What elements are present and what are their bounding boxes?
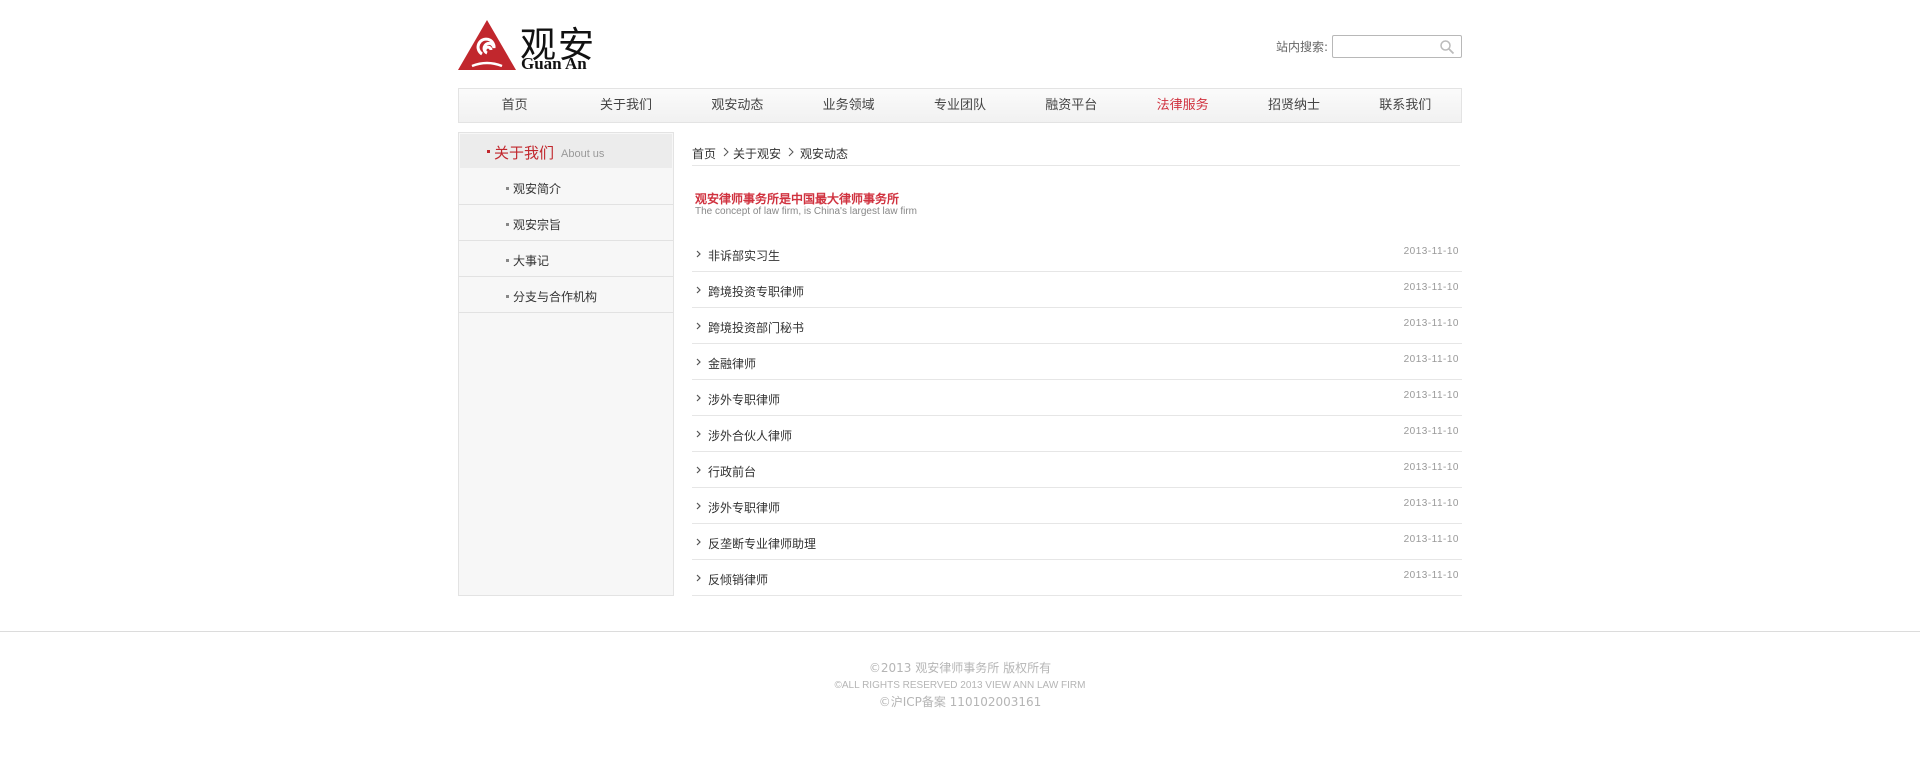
nav-item-news[interactable]: 观安动态 (682, 89, 793, 122)
list-item-date: 2013-11-10 (1403, 354, 1459, 365)
sidebar-header: 关于我们 About us (460, 134, 672, 168)
list-item-title[interactable]: 反倾销律师 (708, 571, 768, 588)
nav-item-about[interactable]: 关于我们 (570, 89, 681, 122)
arrow-right-icon (696, 538, 701, 546)
sidebar-item-branches[interactable]: 分支与合作机构 (459, 277, 673, 313)
breadcrumb-about[interactable]: 关于观安 (733, 145, 781, 162)
list-item-title[interactable]: 涉外合伙人律师 (708, 427, 792, 444)
arrow-right-icon (696, 358, 701, 366)
search-icon[interactable] (1439, 39, 1455, 55)
list-item[interactable]: 行政前台 2013-11-10 (692, 452, 1462, 488)
nav-item-financing[interactable]: 融资平台 (1016, 89, 1127, 122)
nav-item-team[interactable]: 专业团队 (904, 89, 1015, 122)
list-item-date: 2013-11-10 (1403, 426, 1459, 437)
job-list: 非诉部实习生 2013-11-10 跨境投资专职律师 2013-11-10 跨境… (692, 236, 1462, 596)
section-headline-en: The concept of law firm, is China's larg… (695, 206, 917, 217)
footer-icp[interactable]: ©沪ICP备案 110102003161 (0, 694, 1920, 711)
list-item-title[interactable]: 反垄断专业律师助理 (708, 535, 816, 552)
list-item[interactable]: 涉外专职律师 2013-11-10 (692, 380, 1462, 416)
main-content: 首页 关于观安 观安动态 观安律师事务所是中国最大律师事务所 The conce… (692, 132, 1460, 217)
list-item-title[interactable]: 行政前台 (708, 463, 756, 480)
arrow-right-icon (696, 574, 701, 582)
search-label: 站内搜索: (1275, 39, 1328, 54)
sidebar-title-en: About us (561, 148, 605, 160)
bullet-icon (506, 295, 509, 298)
nav-item-careers[interactable]: 招贤纳士 (1238, 89, 1349, 122)
list-item-title[interactable]: 跨境投资部门秘书 (708, 319, 804, 336)
logo-en-text: Guan An (521, 54, 587, 73)
page-footer: ©2013 观安律师事务所 版权所有 ©ALL RIGHTS RESERVED … (0, 660, 1920, 711)
breadcrumb-home[interactable]: 首页 (692, 145, 716, 162)
sidebar-item-label: 观安宗旨 (513, 218, 562, 232)
breadcrumb-current: 观安动态 (800, 147, 849, 161)
arrow-right-icon (696, 466, 701, 474)
nav-item-legal-services[interactable]: 法律服务 (1127, 89, 1238, 122)
list-item-date: 2013-11-10 (1403, 318, 1459, 329)
list-item-title[interactable]: 金融律师 (708, 355, 756, 372)
nav-item-contact[interactable]: 联系我们 (1350, 89, 1461, 122)
arrow-right-icon (696, 502, 701, 510)
arrow-right-icon (696, 250, 701, 258)
search-box (1332, 34, 1462, 58)
sidebar-item-mission[interactable]: 观安宗旨 (459, 205, 673, 241)
list-item-title[interactable]: 涉外专职律师 (708, 499, 780, 516)
footer-copyright: ©2013 观安律师事务所 版权所有 (868, 661, 1052, 675)
nav-item-practice-areas[interactable]: 业务领域 (793, 89, 904, 122)
bullet-icon (506, 223, 509, 226)
list-item-date: 2013-11-10 (1403, 498, 1459, 509)
bullet-icon (506, 259, 509, 262)
list-item-date: 2013-11-10 (1403, 282, 1459, 293)
list-item-title[interactable]: 非诉部实习生 (708, 247, 780, 264)
list-item-date: 2013-11-10 (1403, 390, 1459, 401)
bullet-icon (506, 187, 509, 190)
list-item[interactable]: 跨境投资部门秘书 2013-11-10 (692, 308, 1462, 344)
sidebar: 关于我们 About us 观安简介 观安宗旨 大事记 分支与合作机构 (458, 132, 674, 596)
section-headline: 观安律师事务所是中国最大律师事务所 (695, 192, 900, 206)
list-item-date: 2013-11-10 (1403, 534, 1459, 545)
list-item[interactable]: 跨境投资专职律师 2013-11-10 (692, 272, 1462, 308)
sidebar-item-label: 大事记 (513, 254, 550, 268)
arrow-right-icon (696, 322, 701, 330)
list-item-title[interactable]: 跨境投资专职律师 (708, 283, 804, 300)
sidebar-item-milestones[interactable]: 大事记 (459, 241, 673, 277)
bullet-icon (487, 150, 490, 153)
chevron-right-icon (723, 147, 729, 157)
list-item-date: 2013-11-10 (1403, 462, 1459, 473)
nav-item-home[interactable]: 首页 (459, 89, 570, 122)
main-nav: 首页 关于我们 观安动态 业务领域 专业团队 融资平台 法律服务 招贤纳士 联系… (458, 88, 1462, 123)
chevron-right-icon (788, 147, 794, 157)
list-item[interactable]: 反倾销律师 2013-11-10 (692, 560, 1462, 596)
list-item[interactable]: 金融律师 2013-11-10 (692, 344, 1462, 380)
sidebar-item-intro[interactable]: 观安简介 (459, 169, 673, 205)
arrow-right-icon (696, 286, 701, 294)
site-logo[interactable]: 观安 Guan An (458, 18, 608, 73)
list-item-date: 2013-11-10 (1403, 570, 1459, 581)
site-search: 站内搜索: (1276, 34, 1462, 58)
sidebar-item-label: 分支与合作机构 (513, 290, 598, 304)
footer-divider (0, 631, 1920, 632)
logo-mark-icon (458, 20, 516, 70)
arrow-right-icon (696, 430, 701, 438)
list-item[interactable]: 非诉部实习生 2013-11-10 (692, 236, 1462, 272)
list-item-title[interactable]: 涉外专职律师 (708, 391, 780, 408)
list-item[interactable]: 涉外合伙人律师 2013-11-10 (692, 416, 1462, 452)
page-header: 观安 Guan An 站内搜索: (458, 0, 1462, 88)
footer-rights: ©ALL RIGHTS RESERVED 2013 VIEW ANN LAW F… (834, 680, 1086, 691)
list-item[interactable]: 反垄断专业律师助理 2013-11-10 (692, 524, 1462, 560)
list-item-date: 2013-11-10 (1403, 246, 1459, 257)
list-item[interactable]: 涉外专职律师 2013-11-10 (692, 488, 1462, 524)
sidebar-title: 关于我们 (494, 144, 555, 162)
breadcrumb: 首页 关于观安 观安动态 (692, 132, 1460, 166)
search-input[interactable] (1333, 35, 1433, 57)
arrow-right-icon (696, 394, 701, 402)
sidebar-item-label: 观安简介 (513, 182, 562, 196)
